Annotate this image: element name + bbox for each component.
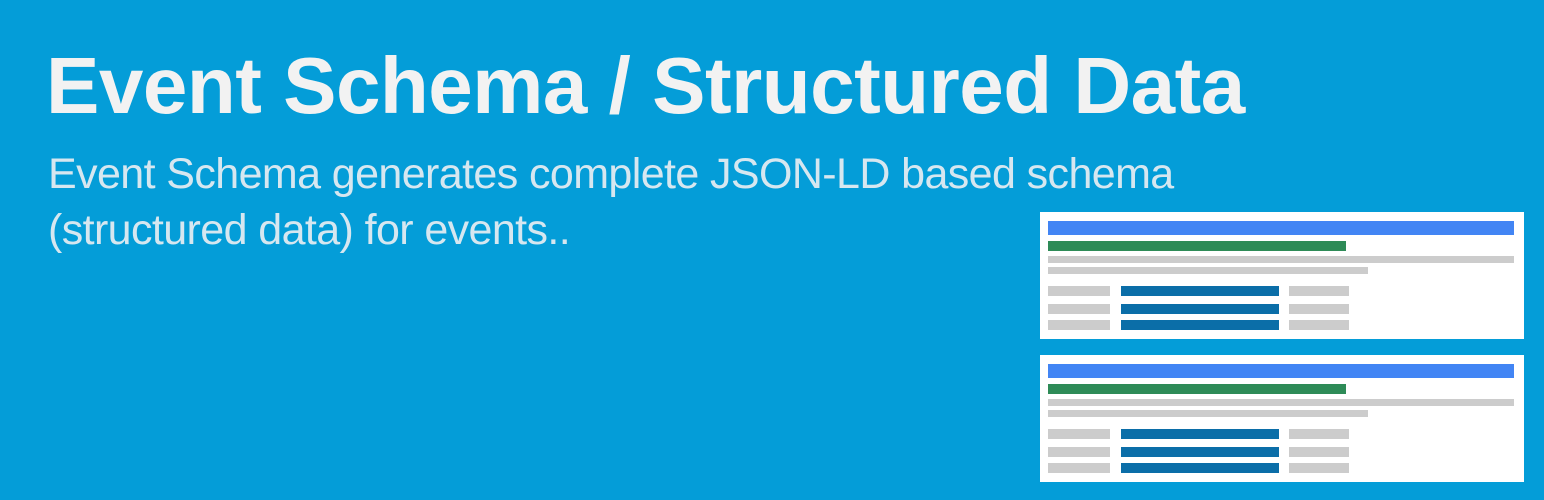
search-result-card (1040, 212, 1524, 339)
event-date-placeholder (1048, 463, 1110, 473)
event-location-placeholder (1289, 286, 1349, 296)
result-url-bar (1048, 241, 1346, 251)
result-description-line (1048, 399, 1514, 406)
event-name-bar (1121, 429, 1279, 439)
event-location-placeholder (1289, 304, 1349, 314)
event-name-bar (1121, 463, 1279, 473)
result-description-line (1048, 256, 1514, 263)
result-url-bar (1048, 384, 1346, 394)
event-location-placeholder (1289, 429, 1349, 439)
result-description-line (1048, 410, 1368, 417)
result-description-line (1048, 267, 1368, 274)
event-name-bar (1121, 447, 1279, 457)
event-name-bar (1121, 304, 1279, 314)
result-title-bar (1048, 221, 1514, 235)
plugin-banner: Event Schema / Structured Data Event Sch… (0, 0, 1544, 500)
event-location-placeholder (1289, 463, 1349, 473)
event-date-placeholder (1048, 304, 1110, 314)
banner-title: Event Schema / Structured Data (46, 41, 1245, 130)
result-title-bar (1048, 364, 1514, 378)
event-location-placeholder (1289, 320, 1349, 330)
event-date-placeholder (1048, 429, 1110, 439)
event-name-bar (1121, 320, 1279, 330)
event-date-placeholder (1048, 447, 1110, 457)
event-date-placeholder (1048, 320, 1110, 330)
event-date-placeholder (1048, 286, 1110, 296)
search-result-card (1040, 355, 1524, 482)
event-name-bar (1121, 286, 1279, 296)
event-location-placeholder (1289, 447, 1349, 457)
